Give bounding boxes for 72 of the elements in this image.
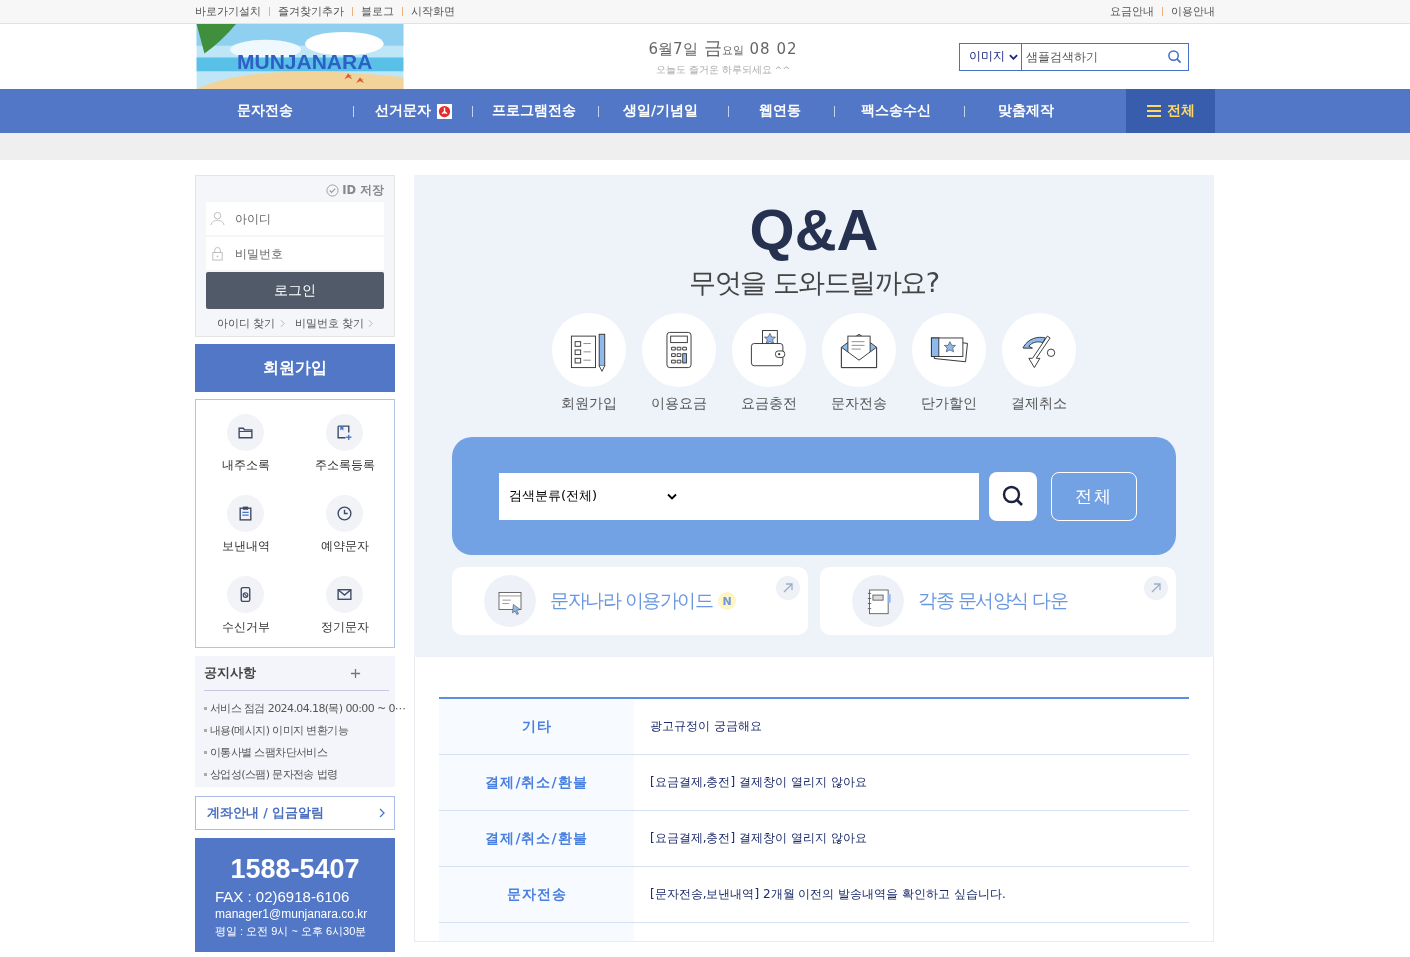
check-icon: [326, 184, 340, 197]
category-cell: 기타: [439, 699, 634, 754]
find-link[interactable]: 비밀번호 찾기: [294, 316, 373, 331]
nav-item[interactable]: 팩스송수신: [861, 102, 932, 120]
notice-link[interactable]: 서비스 점검 2024.04.18(목) 00:00 ~ 0⋯: [210, 701, 406, 716]
notice-link[interactable]: 내용(메시지) 이미지 변환기능: [210, 723, 348, 738]
fax-number: FAX : 02)6918-6106: [215, 888, 351, 905]
clipboard-icon: [237, 505, 254, 522]
caret-icon: [1009, 53, 1018, 60]
nav-item[interactable]: 프로그램전송: [492, 102, 576, 120]
login-button[interactable]: 로그인: [206, 272, 384, 309]
quick-menu-item[interactable]: 정기문자: [295, 576, 394, 635]
weekday-text: 금: [703, 36, 722, 60]
category-dropdown[interactable]: 이미지: [959, 42, 1022, 71]
nav-item[interactable]: 맞춤제작: [998, 102, 1055, 120]
search-field[interactable]: 샘플검색하기: [1022, 42, 1161, 71]
notice-link[interactable]: 상업성(스팸) 문자전송 법령: [210, 767, 338, 782]
top-link[interactable]: 바로가기설치: [195, 4, 261, 19]
top-link[interactable]: 이용안내: [1171, 4, 1215, 19]
top-link[interactable]: 블로그: [361, 4, 394, 19]
nav-item[interactable]: 선거문자: [375, 102, 452, 120]
quick-menu-item[interactable]: 주소록등록: [295, 414, 394, 473]
business-hours: 평일 : 오전 9시 ~ 오후 6시30분: [215, 924, 368, 939]
plus-icon: [350, 667, 361, 679]
nav-item[interactable]: 생일/기념일: [623, 102, 699, 120]
add-contact-icon: [336, 424, 353, 441]
email-address: manager1@munjanara.co.kr: [215, 907, 369, 921]
category-cell: 문자전송: [439, 867, 634, 922]
id-field[interactable]: 아이디: [206, 202, 384, 235]
account-link[interactable]: 계좌안내 / 입금알림: [195, 796, 395, 830]
new-badge: N: [718, 592, 737, 610]
all-menu-button[interactable]: 전체: [1126, 89, 1215, 133]
chevron-icon: [279, 319, 285, 328]
quick-menu-item[interactable]: 예약문자: [295, 495, 394, 554]
notice-title: 공지사항: [204, 664, 256, 682]
lock-icon: [210, 246, 225, 261]
quick-menu-item[interactable]: 보낸내역: [196, 495, 295, 554]
qa-title: Q&A: [749, 201, 879, 259]
nav-item[interactable]: 문자전송: [237, 102, 293, 120]
question-link[interactable]: [문자전송,보낸내역] 2개월 이전의 발송내역을 확인하고 싶습니다.: [634, 867, 1189, 922]
search-button[interactable]: [989, 471, 1037, 521]
caret-icon: [667, 492, 678, 500]
chevron-icon: [379, 808, 385, 818]
top-link[interactable]: 즐겨찾기추가: [278, 4, 344, 19]
search-icon: [1167, 49, 1182, 64]
password-field[interactable]: 비밀번호: [206, 237, 384, 270]
category-select[interactable]: 검색분류(전체): [499, 472, 979, 520]
weekday-suffix: 요일: [721, 43, 744, 58]
qa-subtitle: 무엇을 도와드릴까요?: [689, 266, 939, 300]
category-cell: 결제/취소/환불: [439, 811, 634, 866]
top-link[interactable]: 시작화면: [411, 4, 455, 19]
clock-icon: [336, 505, 353, 522]
category-cell: 결제/취소/환불: [439, 755, 634, 810]
notice-link[interactable]: 이통사별 스팸차단서비스: [210, 745, 328, 760]
join-button[interactable]: 회원가입: [195, 344, 395, 392]
user-icon: [210, 211, 225, 226]
greeting-text: 오늘도 즐거운 하루되세요 ^^: [654, 64, 792, 77]
nav-item[interactable]: 웹연동: [759, 102, 802, 120]
chevron-icon: [368, 319, 373, 328]
quick-menu-item[interactable]: 수신거부: [196, 576, 295, 635]
quick-menu-item[interactable]: 내주소록: [196, 414, 295, 473]
menu-icon: [1146, 105, 1161, 117]
question-link[interactable]: 광고규정이 궁금해요: [634, 699, 1189, 754]
top-link[interactable]: 요금안내: [1110, 4, 1154, 19]
search-icon: [1001, 484, 1025, 508]
phone-number: 1588-5407: [229, 854, 361, 885]
find-link[interactable]: 아이디 찾기: [217, 316, 285, 331]
question-link[interactable]: [요금결제,충전] 결제창이 열리지 않아요: [634, 755, 1189, 810]
envelope-icon: [336, 586, 353, 603]
time-text: 08 02: [749, 40, 798, 58]
question-link[interactable]: [요금결제,충전] 결제창이 열리지 않아요: [634, 811, 1189, 866]
date-text: 6월7일: [648, 40, 698, 59]
